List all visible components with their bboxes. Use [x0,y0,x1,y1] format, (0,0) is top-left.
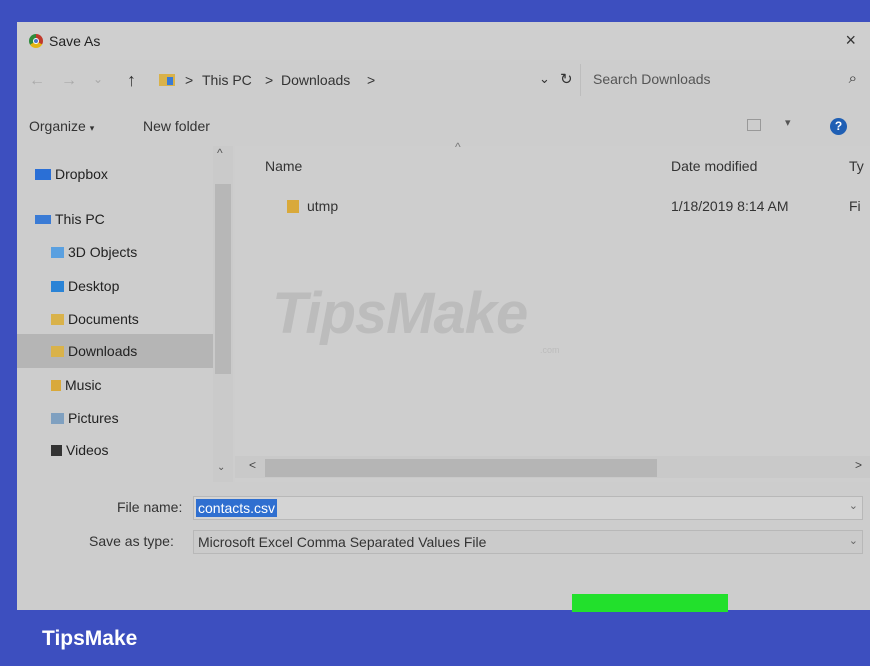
window-title: Save As [49,33,101,49]
breadcrumb-separator: > [265,72,274,88]
date-modified-cell: 1/18/2019 8:14 AM [671,198,789,214]
search-input[interactable] [591,70,795,88]
scroll-left-icon[interactable]: < [249,458,256,472]
save-as-type-dropdown-icon[interactable]: ⌄ [849,534,858,547]
file-name-label: File name: [117,499,183,515]
music-icon [51,379,61,391]
sidebar-item-label: 3D Objects [68,244,138,260]
breadcrumb-separator[interactable]: > [367,72,375,88]
view-options-icon[interactable] [747,119,761,131]
navigation-bar: ← → ⌄ ↑ > This PC > Downloads > ⌄ ↻ ⌕ [17,60,870,104]
downloads-folder-icon [159,74,175,86]
back-arrow-icon[interactable]: ← [29,72,45,90]
sidebar-item-this-pc[interactable]: This PC [35,204,205,234]
pictures-icon [51,412,64,424]
3d-objects-icon [51,246,64,258]
column-header-type[interactable]: Ty [849,158,864,174]
scroll-right-icon[interactable]: > [855,458,862,472]
sidebar-item-3d-objects[interactable]: 3D Objects [51,237,205,267]
sidebar-item-label: Music [65,377,102,393]
search-icon[interactable]: ⌕ [849,70,857,87]
scroll-up-icon[interactable]: ^ [217,146,223,160]
breadcrumb-this-pc[interactable]: This PC [202,72,252,88]
sidebar-item-label: This PC [55,211,105,227]
sidebar-item-label: Desktop [68,278,120,294]
column-header-date-modified[interactable]: Date modified [671,158,757,174]
sidebar-item-label: Downloads [68,343,138,359]
organize-label: Organize [29,118,86,134]
file-name-field[interactable]: contacts.csv ⌄ [193,496,863,520]
sidebar-item-label: Videos [66,442,109,458]
search-box: ⌕ [580,64,857,96]
file-name-selected-text[interactable]: contacts.csv [196,499,278,517]
breadcrumb-downloads[interactable]: Downloads [281,72,350,88]
column-header-name[interactable]: Name [265,158,302,174]
sort-ascending-icon: ^ [455,140,461,154]
save-button-highlight[interactable] [572,594,728,612]
folder-icon [287,200,299,213]
title-bar: Save As × [17,22,870,60]
brand-label: TipsMake [42,627,138,650]
sidebar-item-music[interactable]: Music [51,370,205,400]
save-as-type-value: Microsoft Excel Comma Separated Values F… [198,534,487,550]
file-name-dropdown-icon[interactable]: ⌄ [849,499,858,512]
forward-arrow-icon[interactable]: → [61,72,77,90]
type-cell: Fi [849,198,861,214]
horizontal-scrollbar-thumb[interactable] [265,459,657,477]
close-icon[interactable]: × [845,30,856,51]
pc-icon [35,214,51,224]
chrome-app-icon [29,34,43,48]
sidebar-item-desktop[interactable]: Desktop [51,271,205,301]
sidebar-item-dropbox[interactable]: Dropbox [35,159,205,189]
downloads-icon [51,345,64,357]
command-toolbar: Organize ▾ New folder ▾ ? [17,106,870,146]
organize-chevron-icon: ▾ [89,123,95,133]
navigation-pane: Dropbox This PC 3D Objects Desktop Docum… [17,146,234,482]
videos-icon [51,444,62,456]
address-dropdown-icon[interactable]: ⌄ [539,71,550,87]
sidebar-item-downloads[interactable]: Downloads [17,334,213,368]
view-chevron-icon[interactable]: ▾ [785,116,791,129]
sidebar-item-label: Dropbox [55,166,108,182]
sidebar-item-documents[interactable]: Documents [51,304,205,334]
recent-locations-chevron-icon[interactable]: ⌄ [93,72,103,86]
watermark-logo: TipsMake [272,281,528,346]
up-arrow-icon[interactable]: ↑ [127,70,136,91]
new-folder-button[interactable]: New folder [143,118,210,134]
desktop-icon [51,280,64,292]
save-as-type-label: Save as type: [89,533,174,549]
refresh-icon[interactable]: ↻ [560,70,573,88]
save-fields-panel: File name: contacts.csv ⌄ Save as type: … [17,482,870,610]
sidebar-item-label: Documents [68,311,139,327]
sidebar-item-label: Pictures [68,410,119,426]
sidebar-scrollbar-thumb[interactable] [215,184,231,374]
watermark-suffix: .com [540,345,560,355]
documents-icon [51,313,64,325]
file-name-cell: utmp [307,198,339,214]
organize-button[interactable]: Organize ▾ [29,118,94,134]
scroll-down-icon[interactable]: ⌄ [217,462,225,473]
help-icon[interactable]: ? [830,118,847,135]
sidebar-item-pictures[interactable]: Pictures [51,403,205,433]
sidebar-item-videos[interactable]: Videos [51,435,205,465]
save-as-type-select[interactable]: Microsoft Excel Comma Separated Values F… [193,530,863,554]
file-row[interactable]: utmp 1/18/2019 8:14 AM Fi [235,196,861,222]
dropbox-icon [35,168,51,180]
breadcrumb-separator: > [185,72,194,88]
